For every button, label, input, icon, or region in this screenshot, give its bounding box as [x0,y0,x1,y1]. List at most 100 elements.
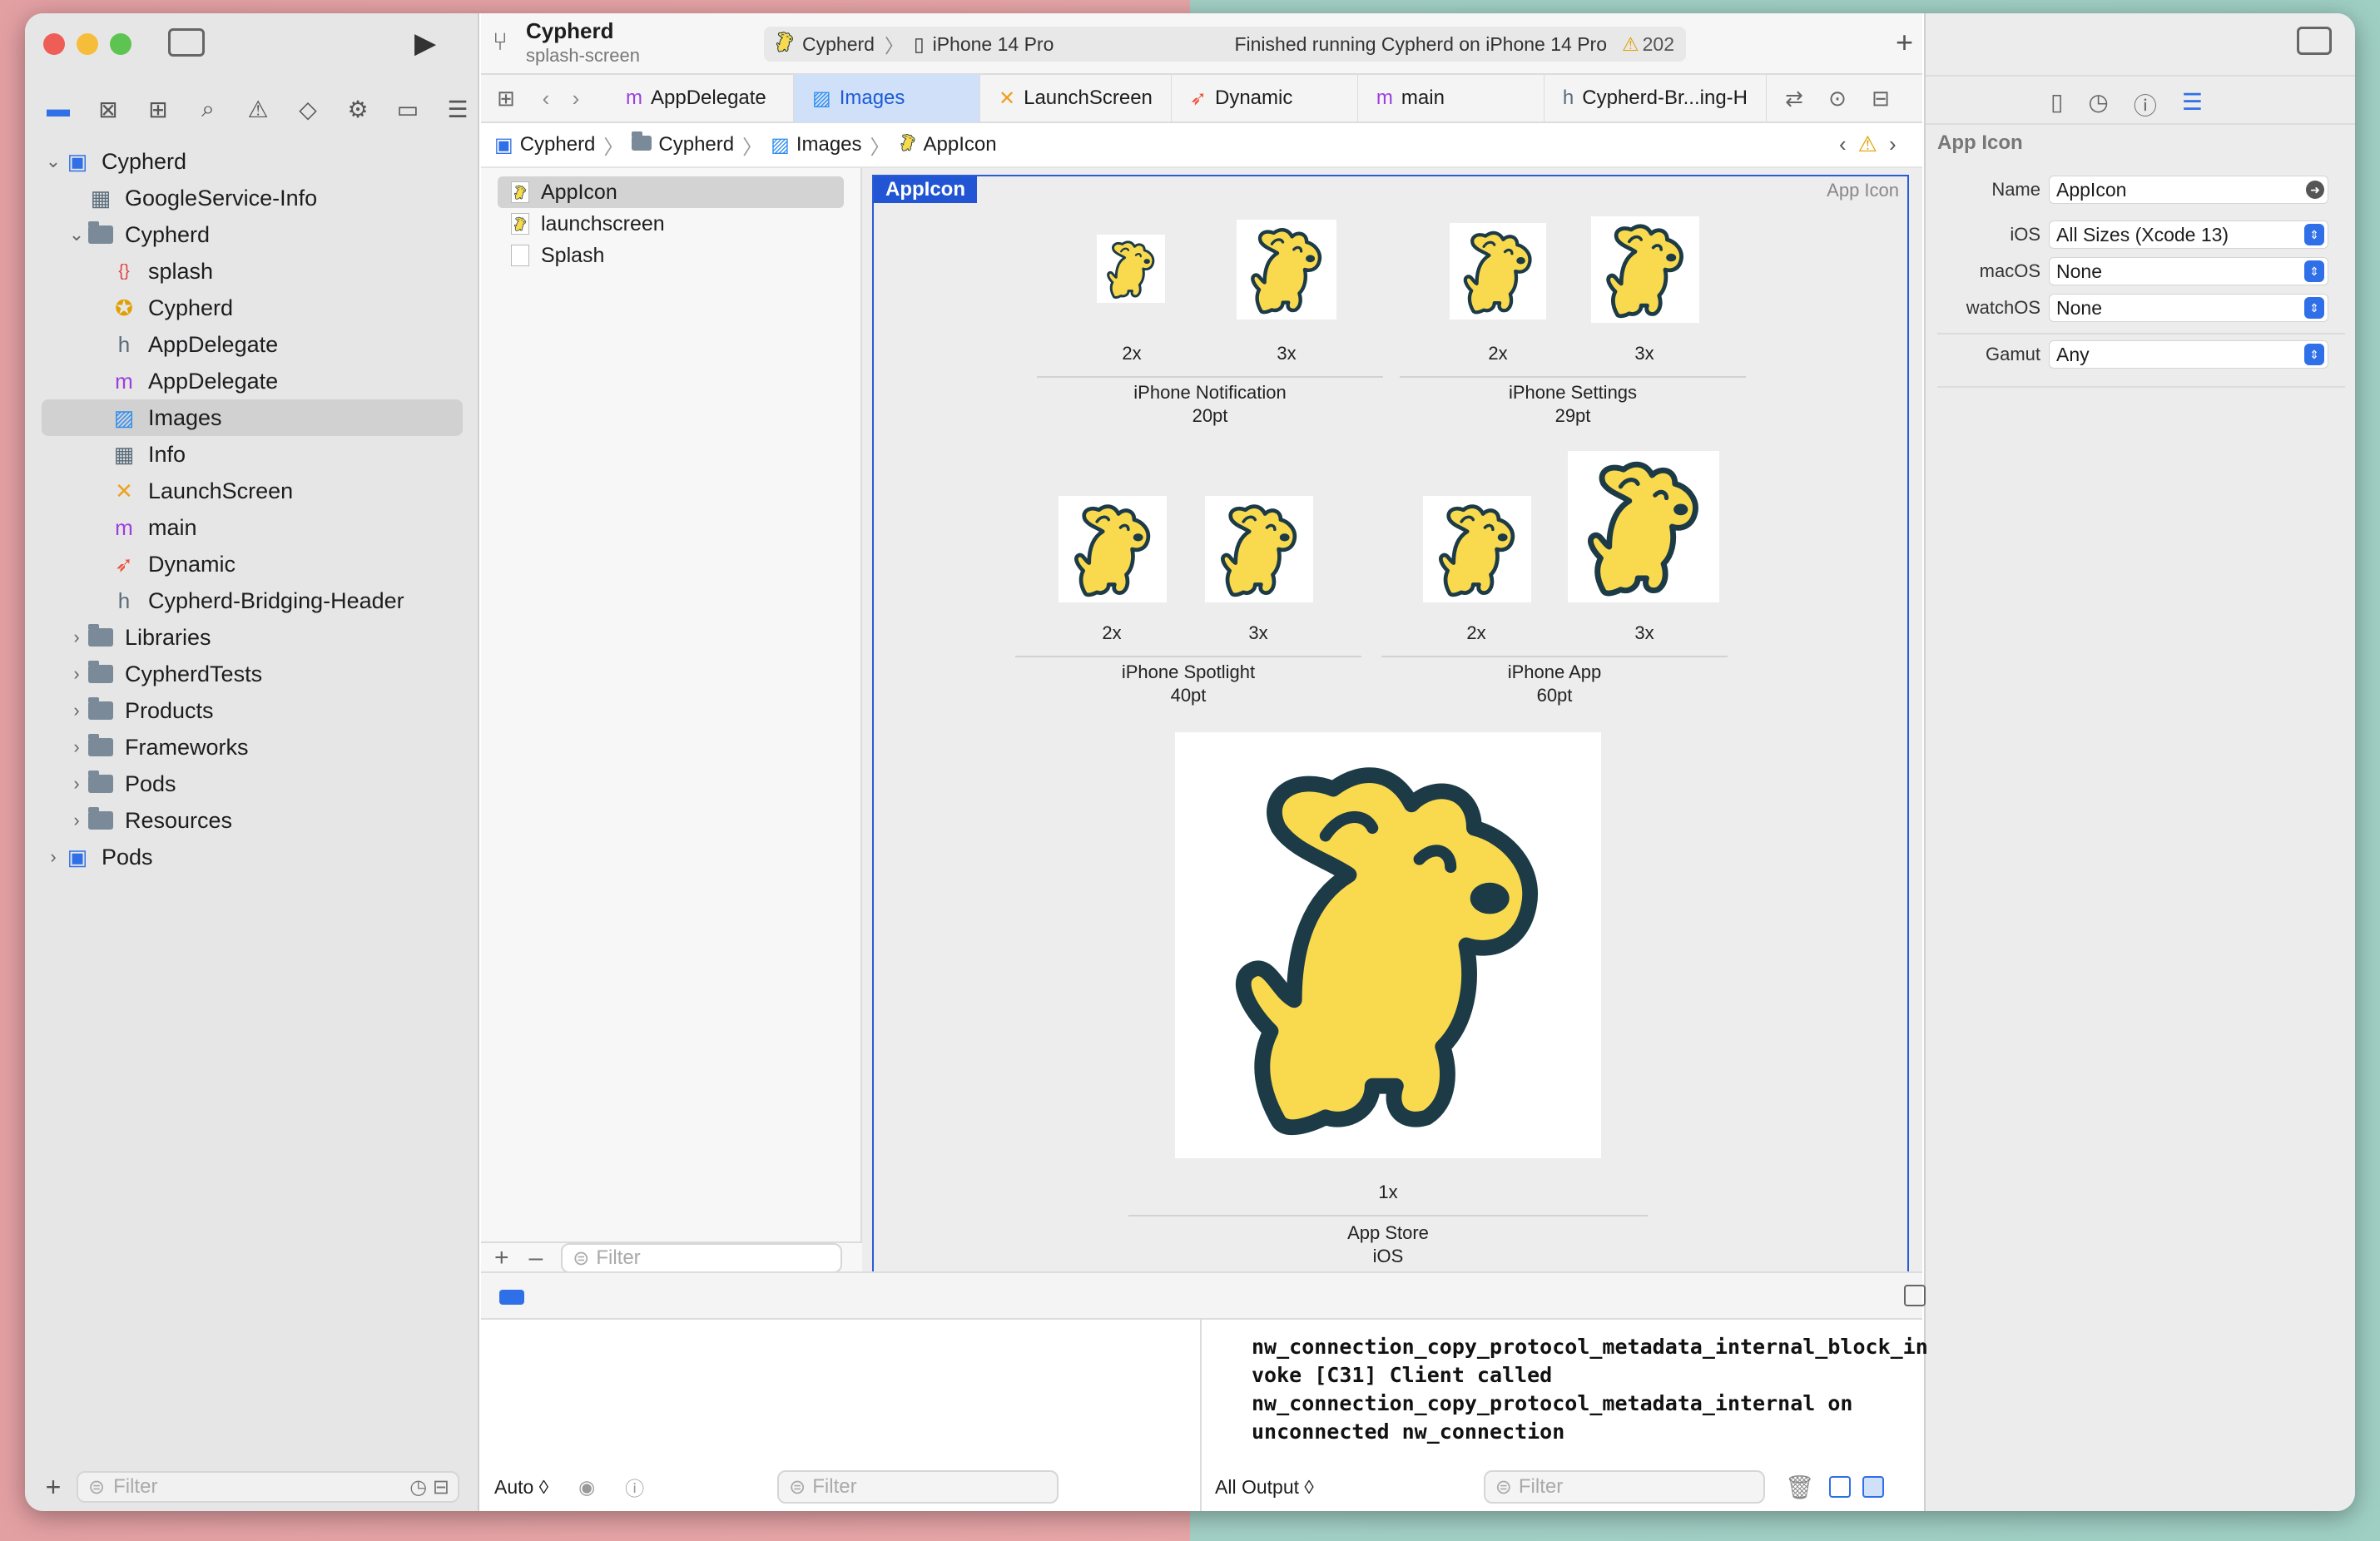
tree-item-splash[interactable]: {} splash [42,253,463,290]
minimize-window-button[interactable] [77,33,98,55]
gamut-select[interactable]: Any ⇕ [2049,340,2328,369]
folder-navigator-icon[interactable]: ▬ [33,88,83,130]
disclosure-chevron-icon[interactable]: › [65,810,88,831]
show-console-icon[interactable] [1862,1476,1885,1498]
tab-appdelegate[interactable]: m AppDelegate [607,74,794,122]
disclosure-chevron-icon[interactable]: › [65,627,88,648]
icon-slot-notification-3x[interactable] [1237,220,1336,320]
inspector-toggle-icon[interactable] [2297,27,2332,55]
arrow-right-circle-icon[interactable]: ➜ [2306,181,2324,199]
breadcrumb-item[interactable]: ▨ Images [771,133,861,157]
asset-item-splash[interactable]: Splash [498,240,844,271]
tree-item-info[interactable]: ▦ Info [42,436,463,473]
forward-chevron-icon[interactable]: › [561,86,591,111]
asset-item-appicon[interactable]: AppIcon [498,176,844,208]
icon-slot-settings-2x[interactable] [1450,223,1546,320]
icon-slot-settings-3x[interactable] [1591,216,1699,323]
add-asset-icon[interactable]: + [494,1244,509,1272]
tree-item-launchscreen[interactable]: ✕ LaunchScreen [42,473,463,509]
tree-item-googleservice-info[interactable]: ▦ GoogleService-Info [42,180,463,216]
scheme-selector[interactable]: Cypherd [802,33,875,56]
disclosure-chevron-icon[interactable]: › [65,663,88,685]
remove-asset-icon[interactable]: – [529,1244,543,1272]
appicon-set[interactable]: AppIcon App Icon 2x 3x iPhone Notificati… [872,175,1909,1286]
icon-slot-app-2x[interactable] [1423,496,1531,602]
macos-select[interactable]: None ⇕ [2049,257,2328,285]
variables-filter-field[interactable]: ⊜ Filter [777,1470,1059,1504]
ios-select[interactable]: All Sizes (Xcode 13) ⇕ [2049,220,2328,249]
split-editor-icon[interactable]: ⇄ [1773,86,1816,111]
issue-navigator-icon[interactable]: ⚠ [233,88,283,130]
tree-item-frameworks[interactable]: › Frameworks [42,729,463,766]
symbol-navigator-icon[interactable]: ⊞ [133,88,183,130]
tab-launchscreen[interactable]: ✕ LaunchScreen [980,74,1172,122]
icon-slot-app-store-1x[interactable] [1175,732,1601,1158]
source-control-icon[interactable]: ⊠ [83,88,133,130]
device-selector[interactable]: iPhone 14 Pro [933,33,1054,56]
show-variables-icon[interactable] [1829,1476,1852,1498]
tab-cypherd-br-ing-h[interactable]: h Cypherd-Br...ing-H [1545,74,1767,122]
tree-item-appdelegate[interactable]: m AppDelegate [42,363,463,399]
navigator-filter-field[interactable]: ⊜ Filter ◷ ⊟ [77,1471,459,1503]
breakpoints-toggle-icon[interactable] [499,1290,524,1305]
tree-item-dynamic[interactable]: ➶ Dynamic [42,546,463,582]
disclosure-chevron-icon[interactable]: ⌄ [65,224,88,245]
next-issue-icon[interactable]: › [1889,131,1897,157]
hide-debug-area-icon[interactable] [1904,1285,1926,1306]
asset-filter-field[interactable]: ⊜ Filter [561,1243,843,1273]
disclosure-chevron-icon[interactable]: › [65,773,88,795]
tree-item-resources[interactable]: › Resources [42,802,463,839]
find-navigator-icon[interactable]: ⌕ [183,88,233,130]
attributes-inspector-icon[interactable]: ☰ [2182,88,2203,121]
run-button-icon[interactable]: ▶ [414,27,436,60]
zoom-window-button[interactable] [110,33,131,55]
disclosure-chevron-icon[interactable]: › [65,736,88,758]
tree-item-main[interactable]: m main [42,509,463,546]
recent-files-icon[interactable]: ◷ ⊟ [409,1475,449,1499]
activity-view[interactable]: Cypherd 〉 ▯ iPhone 14 Pro Finished runni… [764,27,1686,62]
tree-item-cypherd[interactable]: ✪ Cypherd [42,290,463,326]
breadcrumb-item[interactable]: Cypherd [632,131,734,156]
asset-item-launchscreen[interactable]: launchscreen [498,208,844,240]
back-chevron-icon[interactable]: ‹ [531,86,561,111]
file-inspector-icon[interactable]: ▯ [2050,88,2063,121]
breakpoint-navigator-icon[interactable]: ▭ [383,88,433,130]
output-selector[interactable]: All Output ◊ [1215,1476,1314,1499]
icon-slot-notification-2x[interactable] [1097,235,1165,303]
history-inspector-icon[interactable]: ◷ [2088,88,2108,121]
icon-slot-spotlight-2x[interactable] [1059,496,1167,602]
add-icon[interactable]: + [38,1472,68,1503]
debug-navigator-icon[interactable]: ⚙ [333,88,383,130]
console-filter-field[interactable]: ⊜ Filter [1483,1470,1765,1504]
icon-slot-spotlight-3x[interactable] [1205,496,1313,602]
disclosure-chevron-icon[interactable]: › [42,846,65,868]
disclosure-chevron-icon[interactable]: › [65,700,88,721]
tab-images[interactable]: ▨ Images [794,74,980,122]
options-icon[interactable]: ⊙ [1816,86,1859,111]
tree-item-pods[interactable]: › Pods [42,766,463,802]
tab-dynamic[interactable]: ➶ Dynamic [1172,74,1358,122]
tree-item-libraries[interactable]: › Libraries [42,619,463,656]
help-inspector-icon[interactable]: ⓘ [2134,88,2157,121]
watchos-select[interactable]: None ⇕ [2049,294,2328,322]
breadcrumb-item[interactable]: ▣ Cypherd [494,133,595,157]
add-editor-icon[interactable]: ⊟ [1859,86,1902,111]
name-field[interactable]: AppIcon ➜ [2049,176,2328,204]
tree-item-images[interactable]: ▨ Images [42,399,463,436]
tree-item-cypherd[interactable]: ⌄ Cypherd [42,216,463,253]
tab-main[interactable]: m main [1358,74,1545,122]
warning-icon[interactable]: ⚠ [1858,131,1877,157]
warning-count[interactable]: 202 [1643,33,1674,56]
icon-slot-app-3x[interactable] [1568,451,1719,602]
tree-item-appdelegate[interactable]: h AppDelegate [42,326,463,363]
prev-issue-icon[interactable]: ‹ [1839,131,1847,157]
tree-item-pods[interactable]: › ▣ Pods [42,839,463,875]
related-items-icon[interactable]: ⊞ [481,86,531,111]
library-add-button[interactable]: + [1896,25,1913,60]
test-navigator-icon[interactable]: ◇ [283,88,333,130]
disclosure-chevron-icon[interactable]: ⌄ [42,151,65,172]
auto-selector[interactable]: Auto ◊ [494,1476,548,1499]
report-navigator-icon[interactable]: ☰ [433,88,483,130]
tree-item-products[interactable]: › Products [42,692,463,729]
breadcrumb-item[interactable]: AppIcon [899,133,997,157]
